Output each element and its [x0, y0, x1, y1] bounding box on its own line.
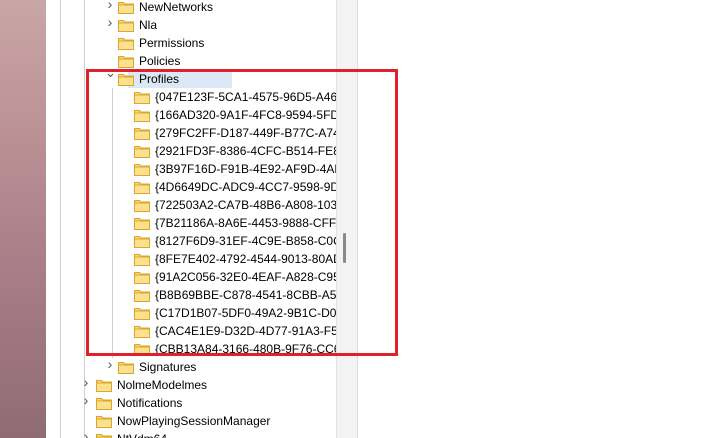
- tree-item-label: NewNetworks: [139, 0, 214, 14]
- chevron-right-icon[interactable]: ›: [81, 429, 91, 438]
- red-highlight-box: [86, 69, 398, 356]
- tree-item-nowplayingsessionmanager[interactable]: NowPlayingSessionManager: [46, 412, 336, 430]
- tree-item-label: Notifications: [117, 396, 183, 410]
- folder-icon: [96, 397, 112, 410]
- tree-item-label: NowPlayingSessionManager: [117, 414, 271, 428]
- chevron-right-icon[interactable]: ›: [105, 0, 115, 11]
- tree-item-nla[interactable]: › Nla: [46, 15, 336, 34]
- folder-icon: [118, 19, 134, 32]
- tree-item-label: Permissions: [139, 36, 205, 50]
- folder-icon: [118, 361, 134, 374]
- tree-item-label: Signatures: [139, 360, 197, 374]
- tree-item-permissions[interactable]: Permissions: [46, 34, 336, 52]
- folder-icon: [96, 433, 112, 438]
- desktop-background-strip: [0, 0, 47, 438]
- chevron-right-icon[interactable]: ›: [81, 375, 91, 389]
- folder-icon: [118, 55, 134, 68]
- tree-item-notifications[interactable]: › Notifications: [46, 393, 336, 412]
- chevron-right-icon[interactable]: ›: [81, 393, 91, 407]
- tree-item-label: NtVdm64: [117, 432, 167, 438]
- registry-values-pane[interactable]: [357, 0, 728, 438]
- folder-icon: [118, 1, 134, 14]
- chevron-right-icon[interactable]: ›: [105, 15, 115, 29]
- tree-item-label: Policies: [139, 54, 181, 68]
- folder-icon: [96, 379, 112, 392]
- folder-icon: [96, 415, 112, 428]
- tree-item-policies[interactable]: Policies: [46, 52, 336, 70]
- tree-item-label: Nla: [139, 18, 158, 32]
- tree-item-signatures[interactable]: › Signatures: [46, 357, 336, 376]
- tree-item-nolmemodelmes[interactable]: › NolmeModelmes: [46, 375, 336, 394]
- tree-item-ntvdm64[interactable]: › NtVdm64: [46, 429, 336, 438]
- tree-item-newnetworks[interactable]: › NewNetworks: [46, 0, 336, 16]
- chevron-right-icon[interactable]: ›: [105, 357, 115, 371]
- tree-item-label: NolmeModelmes: [117, 378, 208, 392]
- folder-icon: [118, 37, 134, 50]
